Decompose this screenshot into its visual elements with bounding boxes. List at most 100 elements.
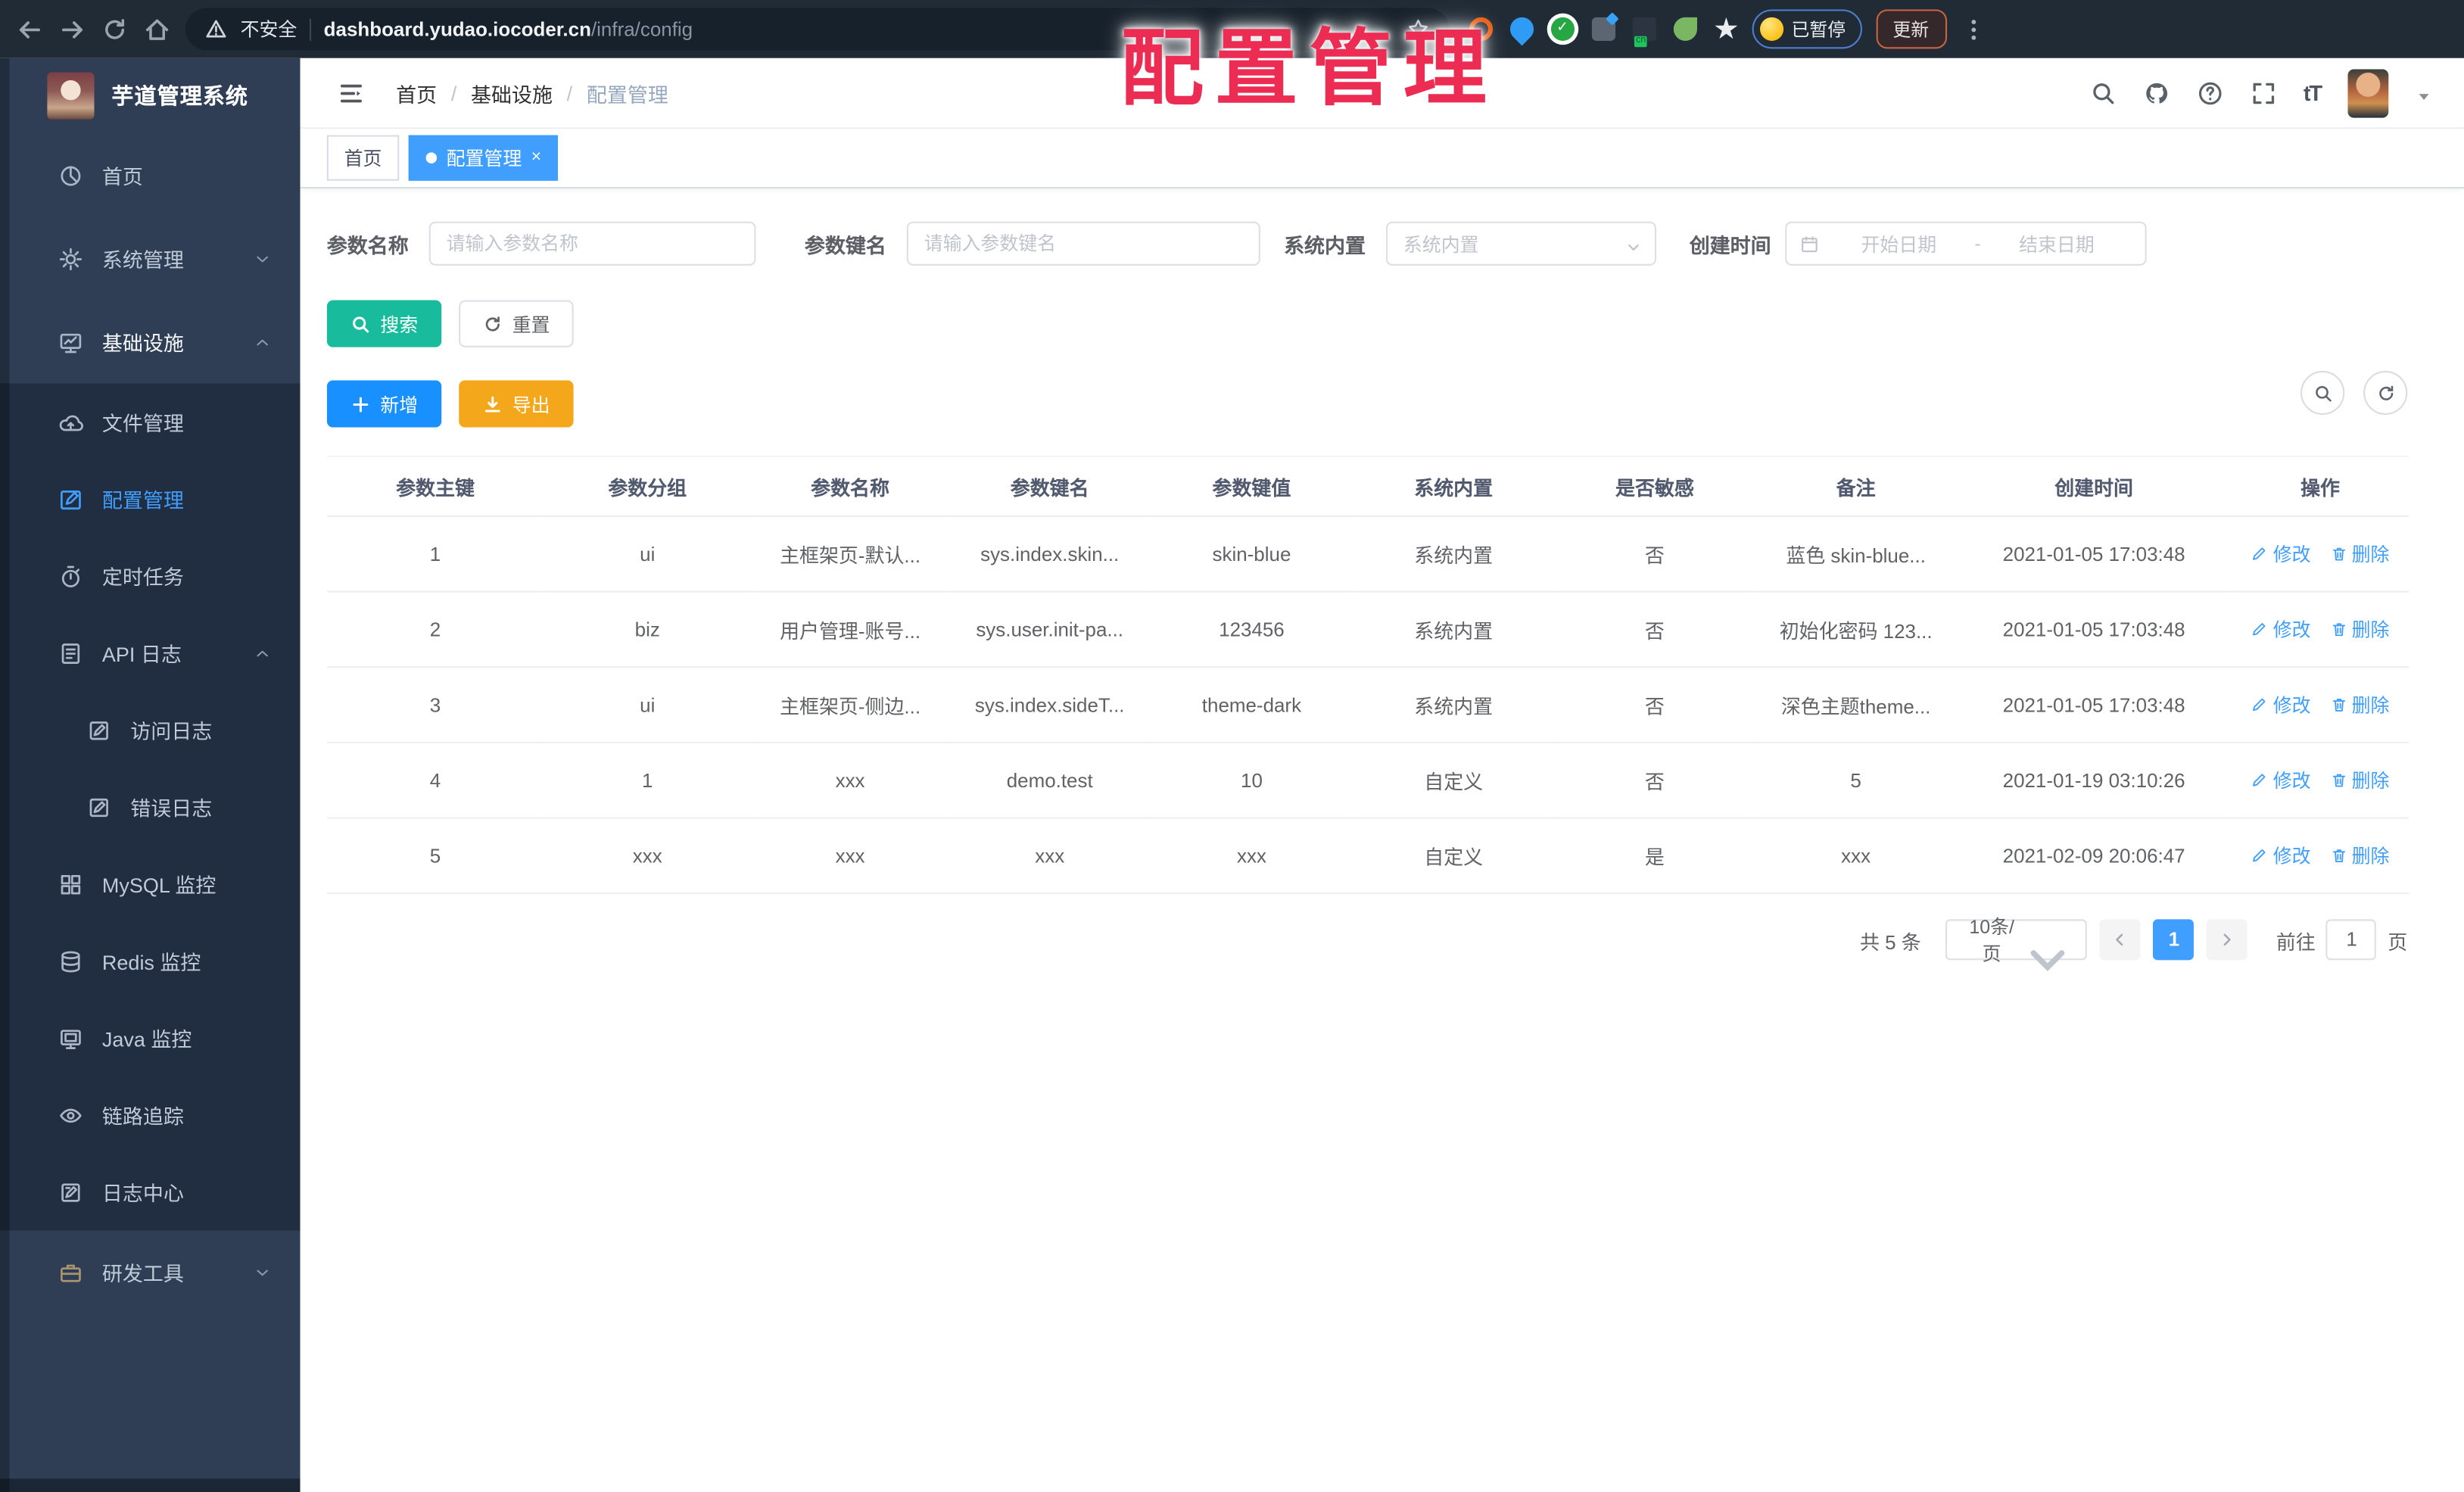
reload-icon[interactable]: [101, 15, 129, 43]
chevron-down-icon: [2020, 931, 2077, 970]
sidebar-item-日志中心[interactable]: 日志中心: [0, 1153, 301, 1231]
forward-icon[interactable]: [58, 15, 86, 43]
export-button[interactable]: 导出: [459, 380, 574, 428]
column-header: 参数键名: [949, 456, 1151, 517]
help-icon[interactable]: [2197, 79, 2223, 106]
collapse-sidebar-icon[interactable]: [338, 79, 364, 106]
delete-link[interactable]: 删除: [2330, 767, 2389, 793]
table-cell: biz: [544, 591, 752, 668]
table-cell-actions: 修改 删除: [2231, 667, 2409, 743]
font-size-icon[interactable]: tT: [2304, 80, 2322, 105]
delete-link[interactable]: 删除: [2330, 843, 2389, 869]
ext-cn-badge-icon[interactable]: [1632, 17, 1656, 48]
home-icon[interactable]: [143, 15, 171, 43]
sidebar-item-基础设施[interactable]: 基础设施: [0, 300, 300, 383]
timer-icon: [58, 563, 83, 588]
page-size-select[interactable]: 10条/页: [1945, 916, 2088, 970]
sidebar-item-定时任务[interactable]: 定时任务: [0, 537, 301, 615]
search-icon[interactable]: [2089, 79, 2116, 106]
edit-link[interactable]: 修改: [2251, 843, 2311, 869]
bookmark-star-icon[interactable]: [1406, 17, 1430, 41]
config-table: 参数主键 参数分组 参数名称 参数键名 参数键值 系统内置 是否敏感 备注 创建时间 操作 1 ui…: [326, 456, 2409, 895]
system-builtin-select[interactable]: 系统内置: [1386, 221, 1657, 266]
goto-page-input[interactable]: [2326, 919, 2377, 961]
sidebar-item-java-监控[interactable]: Java 监控: [0, 999, 301, 1076]
edit-link[interactable]: 修改: [2251, 691, 2311, 718]
url-text: dashboard.yudao.iocoder.cn/infra/config: [323, 17, 693, 40]
breadcrumb-item[interactable]: 基础设施: [471, 78, 553, 107]
breadcrumb-separator: /: [566, 80, 573, 105]
refresh-table-icon[interactable]: [2363, 370, 2408, 416]
reset-button[interactable]: 重置: [459, 300, 574, 347]
sidebar-item-redis-监控[interactable]: Redis 监控: [0, 922, 301, 1000]
screen: 不安全 dashboard.yudao.iocoder.cn/infra/con…: [0, 0, 2464, 1492]
table-cell: 1: [544, 742, 752, 819]
tab-首页[interactable]: 首页: [326, 135, 400, 181]
table-cell: 主框架页-默认...: [751, 516, 949, 593]
ext-blue-pin-icon[interactable]: [1505, 12, 1539, 46]
param-name-input[interactable]: [428, 221, 756, 266]
sidebar-item-首页[interactable]: 首页: [0, 133, 300, 216]
filter-form: 参数名称 参数键名 系统内置 系统内置 创建时间 开始日期 - 结束日期: [327, 221, 2407, 266]
avatar[interactable]: [2347, 68, 2389, 117]
add-button[interactable]: 新增: [326, 380, 442, 428]
table-row: 5 xxx xxx xxx xxx 自定义是 xxx 2021-02-09 20:06:47 修…: [326, 818, 2409, 895]
pagination: 共 5 条 10条/页 1 前往 页: [327, 916, 2407, 970]
date-start-placeholder: 开始日期: [1861, 233, 1937, 256]
browser-menu-icon[interactable]: [1961, 17, 1986, 42]
table-cell: 5: [326, 818, 544, 895]
breadcrumb-item[interactable]: 首页: [396, 78, 437, 107]
sidebar-item-api-日志[interactable]: API 日志: [0, 614, 301, 692]
column-header: 参数主键: [326, 456, 544, 517]
sidebar-item-配置管理[interactable]: 配置管理: [0, 460, 301, 537]
prev-page-button[interactable]: [2100, 919, 2142, 961]
browser-update-button[interactable]: 更新: [1875, 9, 1947, 49]
param-key-input[interactable]: [906, 221, 1260, 266]
table-cell: sys.index.skin...: [949, 516, 1151, 593]
edit-link[interactable]: 修改: [2251, 616, 2311, 643]
back-icon[interactable]: [16, 15, 44, 43]
sidebar-item-label: 文件管理: [101, 411, 184, 436]
edit-link[interactable]: 修改: [2251, 767, 2311, 793]
table-cell: sys.index.sideT...: [949, 667, 1151, 743]
toggle-search-icon[interactable]: [2300, 370, 2345, 416]
table-row: 2 biz 用户管理-账号... sys.user.init-pa... 123456 系…: [326, 591, 2409, 668]
next-page-button[interactable]: [2207, 919, 2248, 961]
delete-link[interactable]: 删除: [2330, 616, 2389, 643]
table-cell: 3: [326, 667, 544, 743]
sidebar-item-label: Java 监控: [101, 1027, 192, 1051]
delete-link[interactable]: 删除: [2330, 691, 2389, 718]
address-bar[interactable]: 不安全 dashboard.yudao.iocoder.cn/infra/con…: [185, 8, 1449, 51]
close-tab-icon[interactable]: ×: [531, 148, 541, 167]
goto-page: 前往 页: [2276, 919, 2407, 961]
sidebar-menu: 首页 系统管理 基础设施文件管理配置管理 定时任务 API 日志 访问日志 错误日志 MySQ…: [0, 133, 301, 1313]
delete-link[interactable]: 删除: [2330, 540, 2389, 567]
current-page-button[interactable]: 1: [2153, 919, 2195, 961]
ext-green-leaf-icon[interactable]: [1673, 17, 1697, 41]
sidebar-item-链路追踪[interactable]: 链路追踪: [0, 1076, 301, 1154]
caret-down-icon[interactable]: [2416, 84, 2433, 101]
app-logo[interactable]: 芋道管理系统: [0, 58, 300, 134]
search-button[interactable]: 搜索: [326, 300, 442, 347]
chevron-down-icon: [253, 1263, 272, 1282]
paused-extension-pill[interactable]: 已暂停: [1752, 9, 1861, 49]
table-cell: ui: [544, 516, 752, 593]
ext-gray-blue-icon[interactable]: [1591, 17, 1616, 41]
sidebar-item-mysql-监控[interactable]: MySQL 监控: [0, 845, 301, 923]
github-icon[interactable]: [2143, 79, 2170, 106]
table-cell: 用户管理-账号...: [751, 591, 949, 668]
edit-link[interactable]: 修改: [2251, 540, 2311, 567]
ext-orange-ring-icon[interactable]: [1469, 17, 1494, 41]
date-range-input[interactable]: 开始日期 - 结束日期: [1785, 221, 2147, 266]
edit-square-icon: [58, 486, 83, 511]
ext-green-check-icon[interactable]: [1550, 17, 1575, 41]
sidebar-item-错误日志[interactable]: 错误日志: [0, 768, 301, 846]
sidebar-item-研发工具[interactable]: 研发工具: [0, 1230, 300, 1313]
sidebar-item-系统管理[interactable]: 系统管理: [0, 216, 300, 300]
table-cell: 2021-01-05 17:03:48: [1956, 516, 2232, 593]
sidebar-item-文件管理[interactable]: 文件管理: [0, 383, 301, 461]
tab-配置管理[interactable]: 配置管理 ×: [408, 135, 559, 181]
fullscreen-icon[interactable]: [2250, 79, 2276, 106]
sidebar-item-访问日志[interactable]: 访问日志: [0, 691, 301, 769]
ext-puzzle-icon[interactable]: [1715, 17, 1738, 39]
